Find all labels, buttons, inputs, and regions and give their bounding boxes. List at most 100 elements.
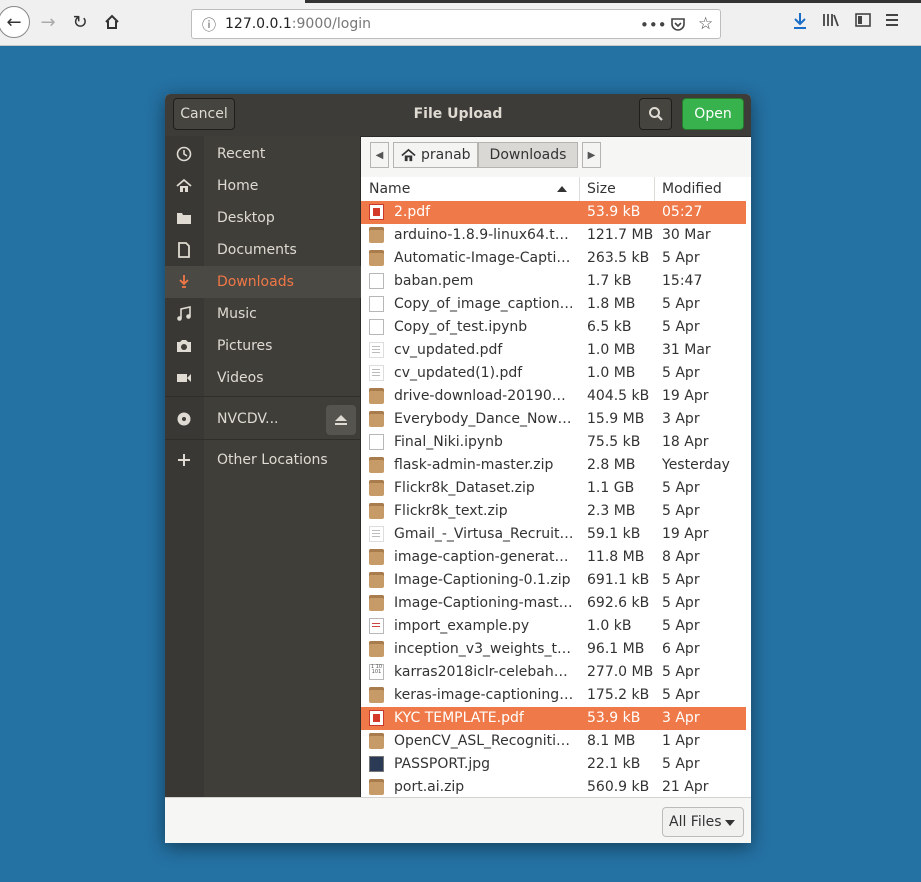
music-icon	[175, 305, 193, 323]
file-size: 692.6 kB	[587, 595, 650, 611]
file-list[interactable]: Name Size Modified 2.pdf 53.9 kB 05:27 ardu…	[361, 177, 751, 797]
path-button-home[interactable]: pranab	[393, 142, 478, 168]
file-name: OpenCV_ASL_Recognition-master.zip	[394, 733, 574, 749]
download-icon	[175, 273, 193, 291]
column-header-size[interactable]: Size	[587, 181, 616, 197]
sidebar-item-home[interactable]: Home	[165, 170, 361, 202]
dialog-footer: All Files	[165, 797, 751, 843]
page-actions-button[interactable]: •••	[640, 16, 667, 34]
file-size: 175.2 kB	[587, 687, 650, 703]
sidebar-toggle-button[interactable]	[855, 12, 871, 32]
path-scroll-right-button[interactable]: ▶	[582, 142, 601, 168]
file-name: baban.pem	[394, 273, 474, 289]
download-button[interactable]	[792, 12, 808, 34]
file-row[interactable]: image-caption-generator-master.zip 11.8 M…	[361, 546, 751, 569]
sidebar-item-videos[interactable]: Videos	[165, 362, 361, 394]
file-row[interactable]: Gmail_-_Virtusa_Recruitment.pdf 59.1 kB 19…	[361, 523, 751, 546]
column-header-modified[interactable]: Modified	[662, 181, 722, 197]
file-type-filter-dropdown[interactable]: All Files	[662, 807, 744, 837]
path-button-current[interactable]: Downloads	[478, 142, 578, 168]
bookmark-star-icon[interactable]: ☆	[698, 14, 713, 34]
file-row[interactable]: Final_Niki.ipynb 75.5 kB 18 Apr	[361, 431, 751, 454]
sidebar-item-pictures[interactable]: Pictures	[165, 330, 361, 362]
file-name: Automatic-Image-Captioning-master.zip	[394, 250, 574, 266]
url-bar[interactable]: ⓘ 127.0.0.1:9000/login ••• ☆	[191, 9, 721, 39]
file-modified: Yesterday	[662, 457, 730, 473]
file-row[interactable]: Automatic-Image-Captioning-master.zip 263…	[361, 247, 751, 270]
file-size: 1.0 kB	[587, 618, 632, 634]
file-row[interactable]: Image-Captioning-0.1.zip 691.1 kB 5 Apr	[361, 569, 751, 592]
open-button[interactable]: Open	[682, 98, 744, 130]
sidebar-item-desktop[interactable]: Desktop	[165, 202, 361, 234]
file-row[interactable]: Flickr8k_text.zip 2.3 MB 5 Apr	[361, 500, 751, 523]
path-scroll-left-button[interactable]: ◀	[370, 142, 389, 168]
sidebar-item-downloads[interactable]: Downloads	[165, 266, 361, 298]
pocket-icon[interactable]	[670, 16, 686, 36]
back-button[interactable]: ←	[0, 6, 30, 38]
file-row[interactable]: flask-admin-master.zip 2.8 MB Yesterday	[361, 454, 751, 477]
file-row[interactable]: arduino-1.8.9-linux64.tar.xz 121.7 MB 30 M…	[361, 224, 751, 247]
file-modified: 19 Apr	[662, 388, 709, 404]
file-name: arduino-1.8.9-linux64.tar.xz	[394, 227, 574, 243]
search-button[interactable]	[639, 98, 672, 130]
file-row[interactable]: Image-Captioning-master.zip 692.6 kB 5 Apr	[361, 592, 751, 615]
file-row[interactable]: inception_v3_weights_tf_dim_ordering.h5 9…	[361, 638, 751, 661]
library-icon	[823, 14, 839, 27]
sidebar-item-label: NVCDV...	[217, 411, 279, 427]
file-row[interactable]: Everybody_Dance_Now-master.zip 15.9 MB 3 A…	[361, 408, 751, 431]
column-header-name[interactable]: Name	[369, 181, 410, 197]
chevron-left-icon: ◀	[375, 149, 384, 161]
sidebar-item-recent[interactable]: Recent	[165, 138, 361, 170]
file-row[interactable]: Copy_of_image_captioning.ipynb 1.8 MB 5 Ap…	[361, 293, 751, 316]
cancel-button[interactable]: Cancel	[173, 98, 235, 130]
pdf-icon	[369, 710, 384, 726]
file-modified: 5 Apr	[662, 296, 700, 312]
hamburger-icon	[886, 14, 898, 26]
eject-button[interactable]	[326, 405, 356, 435]
file-name: cv_updated(1).pdf	[394, 365, 523, 381]
file-name: Image-Captioning-0.1.zip	[394, 572, 571, 588]
sidebar-item-label: Music	[217, 306, 257, 322]
library-button[interactable]	[822, 12, 840, 32]
menu-button[interactable]	[884, 12, 900, 32]
file-row[interactable]: cv_updated(1).pdf 1.0 MB 5 Apr	[361, 362, 751, 385]
sidebar-item-documents[interactable]: Documents	[165, 234, 361, 266]
file-row[interactable]: keras-image-captioning-master.zip 175.2 k…	[361, 684, 751, 707]
file-modified: 18 Apr	[662, 434, 709, 450]
file-size: 59.1 kB	[587, 526, 641, 542]
file-row[interactable]: 2.pdf 53.9 kB 05:27	[361, 201, 751, 224]
sidebar-item-label: Other Locations	[217, 452, 328, 468]
file-modified: 5 Apr	[662, 595, 700, 611]
file-row[interactable]: PASSPORT.jpg 22.1 kB 5 Apr	[361, 753, 751, 776]
file-modified: 31 Mar	[662, 342, 711, 358]
archive-icon	[369, 779, 384, 795]
file-name: Flickr8k_Dataset.zip	[394, 480, 535, 496]
reload-icon: ↻	[72, 11, 88, 33]
file-row[interactable]: KYC TEMPLATE.pdf 53.9 kB 3 Apr	[361, 707, 751, 730]
file-name: drive-download-20190412.zip	[394, 388, 574, 404]
file-row[interactable]: Copy_of_test.ipynb 6.5 kB 5 Apr	[361, 316, 751, 339]
archive-icon	[369, 641, 384, 657]
file-row[interactable]: OpenCV_ASL_Recognition-master.zip 8.1 MB 1…	[361, 730, 751, 753]
archive-icon	[369, 687, 384, 703]
file-size: 1.0 MB	[587, 365, 636, 381]
file-row[interactable]: baban.pem 1.7 kB 15:47	[361, 270, 751, 293]
info-icon[interactable]: ⓘ	[200, 15, 218, 34]
file-modified: 5 Apr	[662, 572, 700, 588]
file-size: 121.7 MB	[587, 227, 654, 243]
file-row[interactable]: cv_updated.pdf 1.0 MB 31 Mar	[361, 339, 751, 362]
file-row[interactable]: port.ai.zip 560.9 kB 21 Apr	[361, 776, 751, 797]
file-row[interactable]: import_example.py 1.0 kB 5 Apr	[361, 615, 751, 638]
file-size: 560.9 kB	[587, 779, 650, 795]
forward-button[interactable]: →	[34, 8, 62, 36]
file-row[interactable]: drive-download-20190412.zip 404.5 kB 19 Ap…	[361, 385, 751, 408]
home-button[interactable]	[98, 8, 126, 36]
reload-button[interactable]: ↻	[66, 8, 94, 36]
scrollbar[interactable]	[746, 201, 751, 797]
places-sidebar: Recent Home Desktop Documents Downloads	[165, 136, 361, 797]
file-row[interactable]: Flickr8k_Dataset.zip 1.1 GB 5 Apr	[361, 477, 751, 500]
file-row[interactable]: 1 10 101 karras2018iclr-celebahq-1024x102…	[361, 661, 751, 684]
sidebar-item-label: Videos	[217, 370, 264, 386]
sidebar-item-music[interactable]: Music	[165, 298, 361, 330]
sidebar-item-other-locations[interactable]: Other Locations	[165, 444, 361, 476]
